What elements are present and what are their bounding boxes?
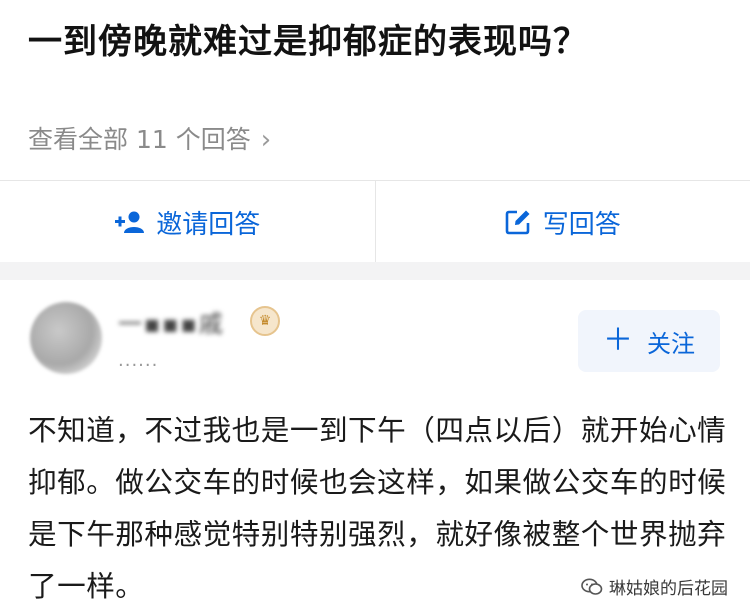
add-user-icon — [115, 211, 145, 233]
view-all-answers-link[interactable]: 查看全部 11 个回答 › — [28, 122, 271, 158]
follow-label: 关注 — [647, 329, 695, 358]
avatar[interactable] — [30, 302, 102, 374]
invite-answer-button[interactable]: 邀请回答 — [0, 181, 375, 263]
invite-answer-label: 邀请回答 — [156, 209, 261, 240]
follow-button[interactable]: ＋ 关注 — [578, 310, 720, 372]
action-bar: 邀请回答 写回答 — [0, 180, 750, 263]
wechat-icon — [581, 578, 603, 595]
author-name[interactable]: 一▪▪▪戚 — [118, 304, 225, 339]
write-answer-label: 写回答 — [542, 209, 621, 240]
edit-icon — [505, 210, 530, 235]
chevron-right-icon: › — [260, 125, 272, 155]
write-answer-button[interactable]: 写回答 — [374, 181, 750, 263]
watermark-text: 琳姑娘的后花园 — [609, 579, 728, 599]
watermark: 琳姑娘的后花园 — [577, 572, 732, 601]
plus-icon: ＋ — [603, 323, 633, 358]
crown-badge-icon: ♛ — [250, 306, 280, 336]
view-all-label: 查看全部 11 个回答 — [28, 125, 251, 154]
section-divider — [0, 262, 750, 280]
question-title: 一到傍晚就难过是抑郁症的表现吗？ — [28, 22, 588, 62]
answer-header: 一▪▪▪戚 ♛ ...... ＋ 关注 — [0, 280, 750, 380]
author-bio: ...... — [118, 350, 159, 371]
